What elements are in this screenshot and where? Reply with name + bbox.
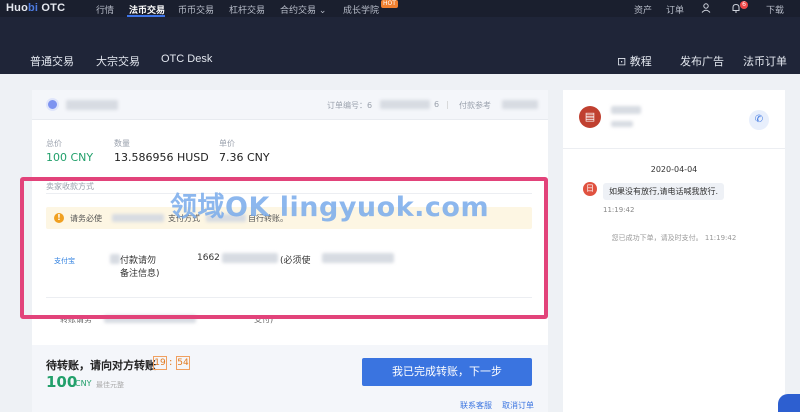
payment-reference-label: 付款参考 — [459, 101, 491, 110]
nav-market[interactable]: 行情 — [96, 3, 114, 16]
floating-support-button[interactable] — [778, 394, 800, 412]
transfer-panel: 待转账，请向对方转账 19 : 54 100 CNY 最佳元整 我已完成转账，下… — [32, 345, 548, 412]
nav-contract-trading[interactable]: 合约交易 ⌄ — [280, 3, 326, 16]
order-detail-card: 订单编号：6 6 | 付款参考 总价 100 CNY 数量 13.586956 … — [32, 90, 548, 412]
coin-icon — [46, 98, 59, 111]
nav-spot-trading[interactable]: 币币交易 — [178, 3, 214, 16]
notification-count-badge: 6 — [740, 1, 748, 9]
unit-price-value: 7.36 CNY — [219, 151, 270, 164]
transfer-amount: 100 — [46, 373, 78, 391]
redacted-counterparty-info — [611, 121, 633, 127]
contact-support-link[interactable]: 联系客服 — [460, 400, 492, 411]
header-separator: | — [446, 100, 449, 109]
subnav-post-ad[interactable]: 发布广告 — [680, 53, 724, 69]
watermark: 领域OK lingyuok.com — [170, 192, 490, 223]
subnav-fiat-orders[interactable]: 法币订单 — [743, 53, 787, 69]
top-navigation-bar: Huobi OTC 行情 法币交易 币币交易 杠杆交易 合约交易 ⌄ 成长学院 … — [0, 0, 800, 17]
counterparty-avatar: ▤ — [579, 106, 601, 128]
chat-panel: ▤ ✆ 2020-04-04 日 如果没有放行,请电话喊我放行. 11:19:4… — [563, 90, 785, 412]
redacted-note — [322, 253, 394, 263]
nav-download[interactable]: 下载 — [766, 3, 784, 16]
chat-date: 2020-04-04 — [650, 165, 698, 174]
nav-margin-trading[interactable]: 杠杆交易 — [229, 3, 265, 16]
redacted-counterparty — [66, 100, 118, 110]
transfer-currency: CNY — [75, 379, 92, 388]
quantity-label: 数量 — [114, 139, 130, 148]
timer-separator: : — [169, 357, 173, 368]
chat-message: 如果没有放行,请电话喊我放行. — [603, 183, 725, 200]
redacted-notice-a — [112, 214, 164, 222]
system-message: 您已成功下单，请及时支付。 11:19:42 — [611, 234, 737, 242]
sub-navigation: 普通交易 大宗交易 OTC Desk ⊡ 教程 发布广告 法币订单 — [0, 17, 800, 74]
hot-badge: HOT — [381, 0, 398, 8]
warning-icon: ! — [54, 213, 64, 223]
unit-price-label: 单价 — [219, 139, 235, 148]
alipay-label: 支付宝 — [54, 257, 75, 265]
timer-minutes: 19 — [153, 356, 167, 370]
amount-note: 最佳元整 — [96, 381, 124, 389]
payment-methods-title: 卖家收款方式 — [46, 182, 94, 191]
transfer-done-button[interactable]: 我已完成转账，下一步 — [362, 358, 532, 386]
nav-orders[interactable]: 订单 — [666, 3, 684, 16]
timer-seconds: 54 — [176, 356, 190, 370]
notice-text-a: 请务必使 — [70, 214, 102, 223]
payment-note: (必须使 — [280, 256, 311, 266]
payment-instruction-b: 备注信息) — [120, 269, 160, 279]
redacted-order-number — [380, 100, 430, 109]
redacted-payment-reference — [502, 100, 538, 109]
redacted-name — [110, 254, 120, 264]
phone-icon[interactable]: ✆ — [749, 110, 769, 130]
terms-text-tail: 支付) — [254, 315, 274, 324]
subnav-block-trading[interactable]: 大宗交易 — [96, 53, 140, 69]
huobi-otc-logo[interactable]: Huobi OTC — [6, 2, 65, 14]
redacted-terms — [104, 315, 196, 323]
subnav-otc-desk[interactable]: OTC Desk — [161, 53, 212, 65]
chat-avatar: 日 — [583, 182, 597, 196]
account-prefix: 1662 — [197, 253, 220, 263]
user-icon[interactable] — [701, 3, 711, 16]
terms-text: 转账请务 — [60, 315, 92, 324]
subnav-tutorial[interactable]: ⊡ 教程 — [617, 53, 652, 69]
redacted-counterparty-name — [611, 106, 641, 114]
order-number-label: 订单编号：6 — [327, 101, 373, 110]
section-divider — [46, 297, 532, 298]
payment-instruction-a: 付款请勿 — [120, 256, 157, 266]
chat-divider — [563, 148, 785, 149]
order-header: 订单编号：6 6 | 付款参考 — [32, 90, 548, 120]
order-number-tail: 6 — [434, 100, 440, 109]
chat-message-time: 11:19:42 — [603, 206, 635, 214]
total-label: 总价 — [46, 139, 62, 148]
quantity-value: 13.586956 HUSD — [114, 151, 209, 164]
nav-academy[interactable]: 成长学院 — [343, 3, 379, 16]
tutorial-icon: ⊡ — [617, 55, 627, 68]
pending-transfer-text: 待转账，请向对方转账 — [46, 359, 156, 372]
subnav-normal-trading[interactable]: 普通交易 — [30, 53, 74, 69]
total-value: 100 CNY — [46, 151, 94, 164]
nav-assets[interactable]: 资产 — [634, 3, 652, 16]
cancel-order-link[interactable]: 取消订单 — [502, 400, 534, 411]
redacted-account — [222, 253, 278, 263]
chevron-down-icon: ⌄ — [318, 6, 327, 16]
